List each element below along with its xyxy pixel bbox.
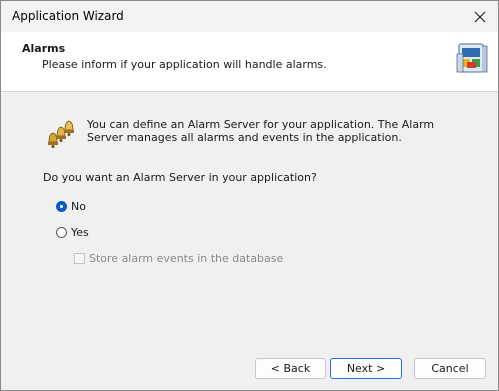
store-events-option[interactable]: Store alarm events in the database — [74, 252, 283, 265]
wizard-header: Alarms Please inform if your application… — [1, 32, 498, 92]
page-subtitle: Please inform if your application will h… — [42, 58, 327, 71]
radio-yes-option[interactable]: Yes — [56, 226, 89, 239]
radio-no[interactable] — [56, 201, 67, 212]
alarm-bells-icon — [48, 120, 74, 148]
close-button[interactable] — [462, 1, 498, 32]
cancel-button[interactable]: Cancel — [414, 358, 486, 379]
back-button[interactable]: < Back — [255, 358, 326, 379]
store-events-checkbox[interactable] — [74, 253, 85, 264]
store-events-label: Store alarm events in the database — [89, 252, 284, 265]
title-bar: Application Wizard — [1, 1, 498, 32]
alarm-server-description: You can define an Alarm Server for your … — [87, 118, 435, 144]
radio-no-label: No — [71, 200, 86, 213]
next-button[interactable]: Next > — [330, 358, 402, 379]
close-icon — [474, 11, 486, 22]
alarm-server-question: Do you want an Alarm Server in your appl… — [43, 171, 317, 184]
window-title: Application Wizard — [12, 9, 124, 23]
page-title: Alarms — [22, 42, 66, 55]
radio-yes-label: Yes — [71, 226, 89, 239]
radio-no-option[interactable]: No — [56, 200, 86, 213]
wizard-app-icon — [456, 43, 488, 73]
radio-yes[interactable] — [56, 227, 67, 238]
application-wizard-window: Application Wizard Alarms Please inform … — [0, 0, 499, 391]
